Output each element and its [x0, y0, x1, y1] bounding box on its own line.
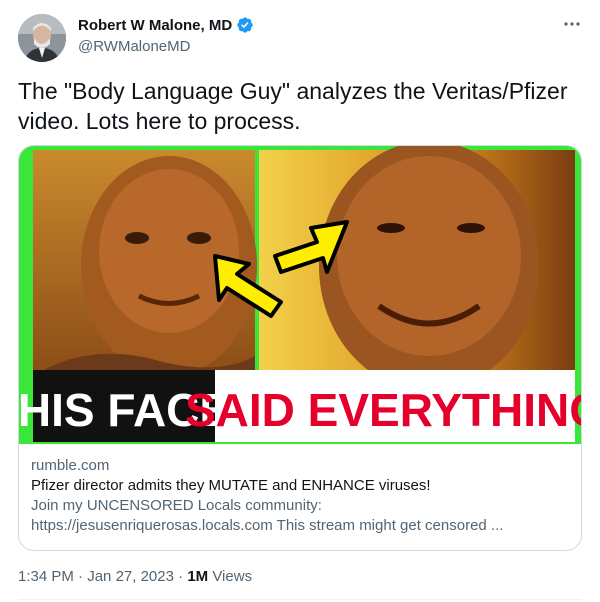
footer-separator-2: · [178, 568, 184, 585]
views-label[interactable]: Views [212, 568, 252, 585]
card-description-line2: https://jesusenriquerosas.locals.com Thi… [31, 517, 504, 534]
link-card[interactable]: HIS FACE SAID EVERYTHING rumble.com Pfiz… [18, 145, 582, 551]
more-options-icon[interactable] [562, 14, 582, 34]
tweet-date[interactable]: Jan 27, 2023 [87, 568, 174, 585]
tweet-text: The "Body Language Guy" analyzes the Ver… [18, 78, 568, 134]
thumbnail-image: HIS FACE SAID EVERYTHING [19, 146, 582, 444]
divider [18, 599, 582, 600]
verified-badge-icon [237, 17, 253, 33]
card-description-line1: Join my UNCENSORED Locals community: [31, 497, 322, 514]
author-handle[interactable]: @RWMaloneMD [78, 38, 190, 55]
tweet-footer: 1:34 PM · Jan 27, 2023 · 1M Views [18, 568, 252, 585]
author-display-name[interactable]: Robert W Malone, MD [78, 17, 232, 34]
card-domain: rumble.com [31, 457, 110, 474]
card-thumbnail[interactable]: HIS FACE SAID EVERYTHING [19, 146, 582, 444]
views-count[interactable]: 1M [187, 568, 208, 585]
tweet: Robert W Malone, MD @RWMaloneMD The "Bod… [0, 0, 600, 602]
thumbnail-caption-right: SAID EVERYTHING [185, 384, 582, 436]
author-name-row[interactable]: Robert W Malone, MD [78, 16, 254, 34]
card-meta[interactable]: rumble.com Pfizer director admits they M… [31, 456, 571, 536]
tweet-time[interactable]: 1:34 PM [18, 568, 74, 585]
footer-separator: · [78, 568, 84, 585]
card-title: Pfizer director admits they MUTATE and E… [31, 477, 431, 494]
avatar[interactable] [18, 14, 66, 62]
avatar-photo [18, 14, 66, 62]
